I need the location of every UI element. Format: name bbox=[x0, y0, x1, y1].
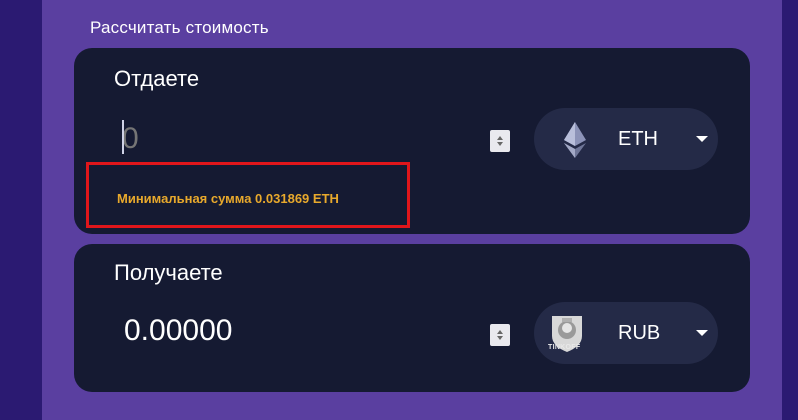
give-currency-select[interactable]: ETH bbox=[534, 108, 718, 170]
stepper-down-icon[interactable] bbox=[497, 142, 503, 146]
page-background-right bbox=[782, 0, 798, 420]
min-amount-highlight: Минимальная сумма 0.031869 ETH bbox=[86, 162, 410, 228]
min-amount-hint: Минимальная сумма 0.031869 ETH bbox=[117, 191, 339, 206]
calculator-title: Рассчитать стоимость bbox=[90, 18, 269, 37]
chevron-down-icon bbox=[696, 330, 708, 336]
give-label: Отдаете bbox=[114, 66, 200, 91]
stepper-up-icon[interactable] bbox=[497, 330, 503, 334]
text-caret bbox=[122, 120, 124, 154]
stepper-up-icon[interactable] bbox=[497, 136, 503, 140]
get-currency-code: RUB bbox=[618, 322, 661, 344]
chevron-down-icon bbox=[696, 136, 708, 142]
get-currency-select[interactable]: TINKOFF RUB bbox=[534, 302, 718, 364]
page-background-left bbox=[0, 0, 42, 420]
stepper-down-icon[interactable] bbox=[497, 336, 503, 340]
get-amount-stepper[interactable] bbox=[490, 324, 510, 346]
give-card: Отдаете ETH Минимальная сумма 0.031869 E… bbox=[74, 48, 750, 234]
give-amount-stepper[interactable] bbox=[490, 130, 510, 152]
tinkoff-logo-text: TINKOFF bbox=[548, 344, 581, 351]
give-currency-code: ETH bbox=[618, 128, 658, 150]
get-label: Получаете bbox=[114, 260, 223, 285]
get-amount-input[interactable] bbox=[122, 310, 426, 352]
give-amount-input[interactable] bbox=[120, 118, 424, 160]
get-card: Получаете TINKOFF RUB bbox=[74, 244, 750, 392]
ethereum-icon bbox=[564, 122, 586, 158]
